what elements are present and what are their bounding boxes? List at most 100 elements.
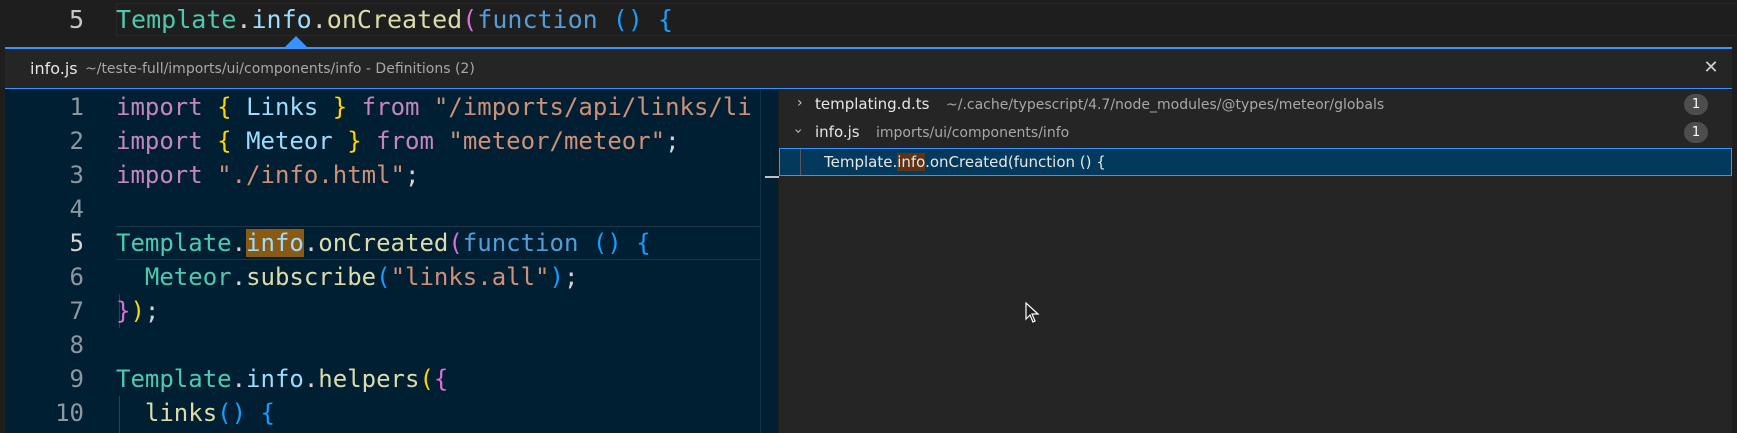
peek-editor-scrollbar[interactable]	[760, 90, 779, 433]
token: {	[217, 127, 232, 155]
token: Template	[116, 5, 237, 34]
token: }	[332, 93, 348, 121]
tree-file-path: ~/.cache/typescript/4.7/node_modules/@ty…	[946, 97, 1385, 113]
code-row[interactable]: 10 links() {	[5, 396, 778, 430]
code-row[interactable]: 2 import { Meteor } from "meteor/meteor"…	[5, 124, 778, 158]
token: (	[217, 399, 232, 427]
token: .	[303, 365, 319, 393]
code-line[interactable]: Template.info.helpers({	[116, 362, 448, 396]
code-line[interactable]: Meteor.subscribe("links.all");	[116, 260, 579, 294]
token: {	[433, 365, 449, 393]
code-row[interactable]: 5 Template.info.onCreated(function () {	[5, 226, 778, 260]
token: ;	[405, 161, 420, 189]
token: .	[236, 5, 252, 34]
line-number: 3	[69, 161, 84, 189]
token: Links	[246, 93, 319, 121]
token: )	[130, 297, 145, 325]
tree-reference-selected[interactable]: Template.info.onCreated(function () {	[779, 148, 1732, 176]
count-badge: 1	[1684, 122, 1708, 143]
token: info	[251, 5, 312, 34]
preview-match: info	[897, 153, 926, 171]
peek-file-path: ~/teste-full/imports/ui/components/info …	[85, 61, 475, 77]
line-number: 10	[55, 399, 84, 427]
code-line[interactable]: import { Links } from "/imports/api/link…	[116, 90, 752, 124]
mouse-cursor-icon	[1025, 302, 1040, 323]
peek-header: info.js ~/teste-full/imports/ui/componen…	[5, 49, 1732, 89]
count-badge: 1	[1684, 94, 1708, 115]
token: ;	[144, 297, 160, 325]
token: (	[376, 263, 391, 291]
reference-preview: Template.info.onCreated(function () {	[824, 153, 1106, 171]
code-line[interactable]: Template.info.onCreated(function () {	[116, 0, 673, 39]
token: )	[231, 399, 247, 427]
line-number: 5	[68, 5, 84, 34]
token: }	[347, 127, 362, 155]
code-row[interactable]: 8	[5, 328, 778, 362]
code-line[interactable]: links() {	[116, 396, 275, 430]
code-line[interactable]: import "./info.html";	[116, 158, 419, 192]
token: {	[260, 399, 275, 427]
code-row[interactable]: 3 import "./info.html";	[5, 158, 778, 192]
token: "./info.html"	[217, 161, 405, 189]
tree-file-path: imports/ui/components/info	[876, 125, 1070, 141]
code-row[interactable]: 1 import { Links } from "/imports/api/li…	[5, 90, 778, 124]
token: .	[311, 5, 327, 34]
token: Template	[116, 365, 232, 393]
token: "links.all"	[390, 263, 550, 291]
token: links	[144, 399, 218, 427]
code-row[interactable]: 4	[5, 192, 778, 226]
references-tree[interactable]: › templating.d.ts ~/.cache/typescript/4.…	[779, 90, 1732, 433]
tree-indent-guide	[800, 149, 801, 175]
line-number: 9	[69, 365, 84, 393]
token: import	[116, 93, 203, 121]
token: function	[462, 229, 579, 257]
token: onCreated	[326, 5, 463, 34]
peek-anchor-arrow	[285, 36, 307, 47]
peek-editor[interactable]: 1 import { Links } from "/imports/api/li…	[5, 90, 778, 433]
token: (	[448, 229, 463, 257]
token: (	[612, 5, 628, 34]
code-row[interactable]: 6 Meteor.subscribe("links.all");	[5, 260, 778, 294]
token: (	[592, 229, 608, 257]
token: .	[231, 229, 247, 257]
token: )	[607, 229, 622, 257]
close-icon[interactable]: ✕	[1700, 57, 1722, 79]
token: .	[231, 263, 247, 291]
token: import	[116, 127, 203, 155]
preview-text: Template.	[824, 153, 898, 171]
chevron-right-icon[interactable]: ›	[797, 95, 803, 111]
token: (	[419, 365, 434, 393]
code-line[interactable]: });	[116, 294, 159, 328]
tree-file-info[interactable]: › info.js imports/ui/components/info 1	[779, 120, 1732, 146]
token: onCreated	[318, 229, 449, 257]
code-row[interactable]: 7 });	[5, 294, 778, 328]
line-number: 5	[69, 229, 84, 257]
peek-file-name[interactable]: info.js	[30, 59, 78, 78]
line-number: 2	[69, 127, 84, 155]
code-line[interactable]: Template.info.onCreated(function () {	[116, 226, 651, 260]
token: subscribe	[246, 263, 377, 291]
scrollbar-marker	[765, 176, 779, 178]
chevron-down-icon[interactable]: ›	[790, 128, 806, 134]
token: from	[361, 93, 420, 121]
editor-current-line[interactable]: 5 Template.info.onCreated(function () {	[0, 0, 1737, 39]
highlighted-match: info	[246, 229, 304, 257]
line-number: 8	[69, 331, 84, 359]
tree-file-templating[interactable]: › templating.d.ts ~/.cache/typescript/4.…	[779, 92, 1732, 118]
token: info	[246, 365, 304, 393]
code-row[interactable]: 9 Template.info.helpers({	[5, 362, 778, 396]
code-line[interactable]: import { Meteor } from "meteor/meteor";	[116, 124, 680, 158]
